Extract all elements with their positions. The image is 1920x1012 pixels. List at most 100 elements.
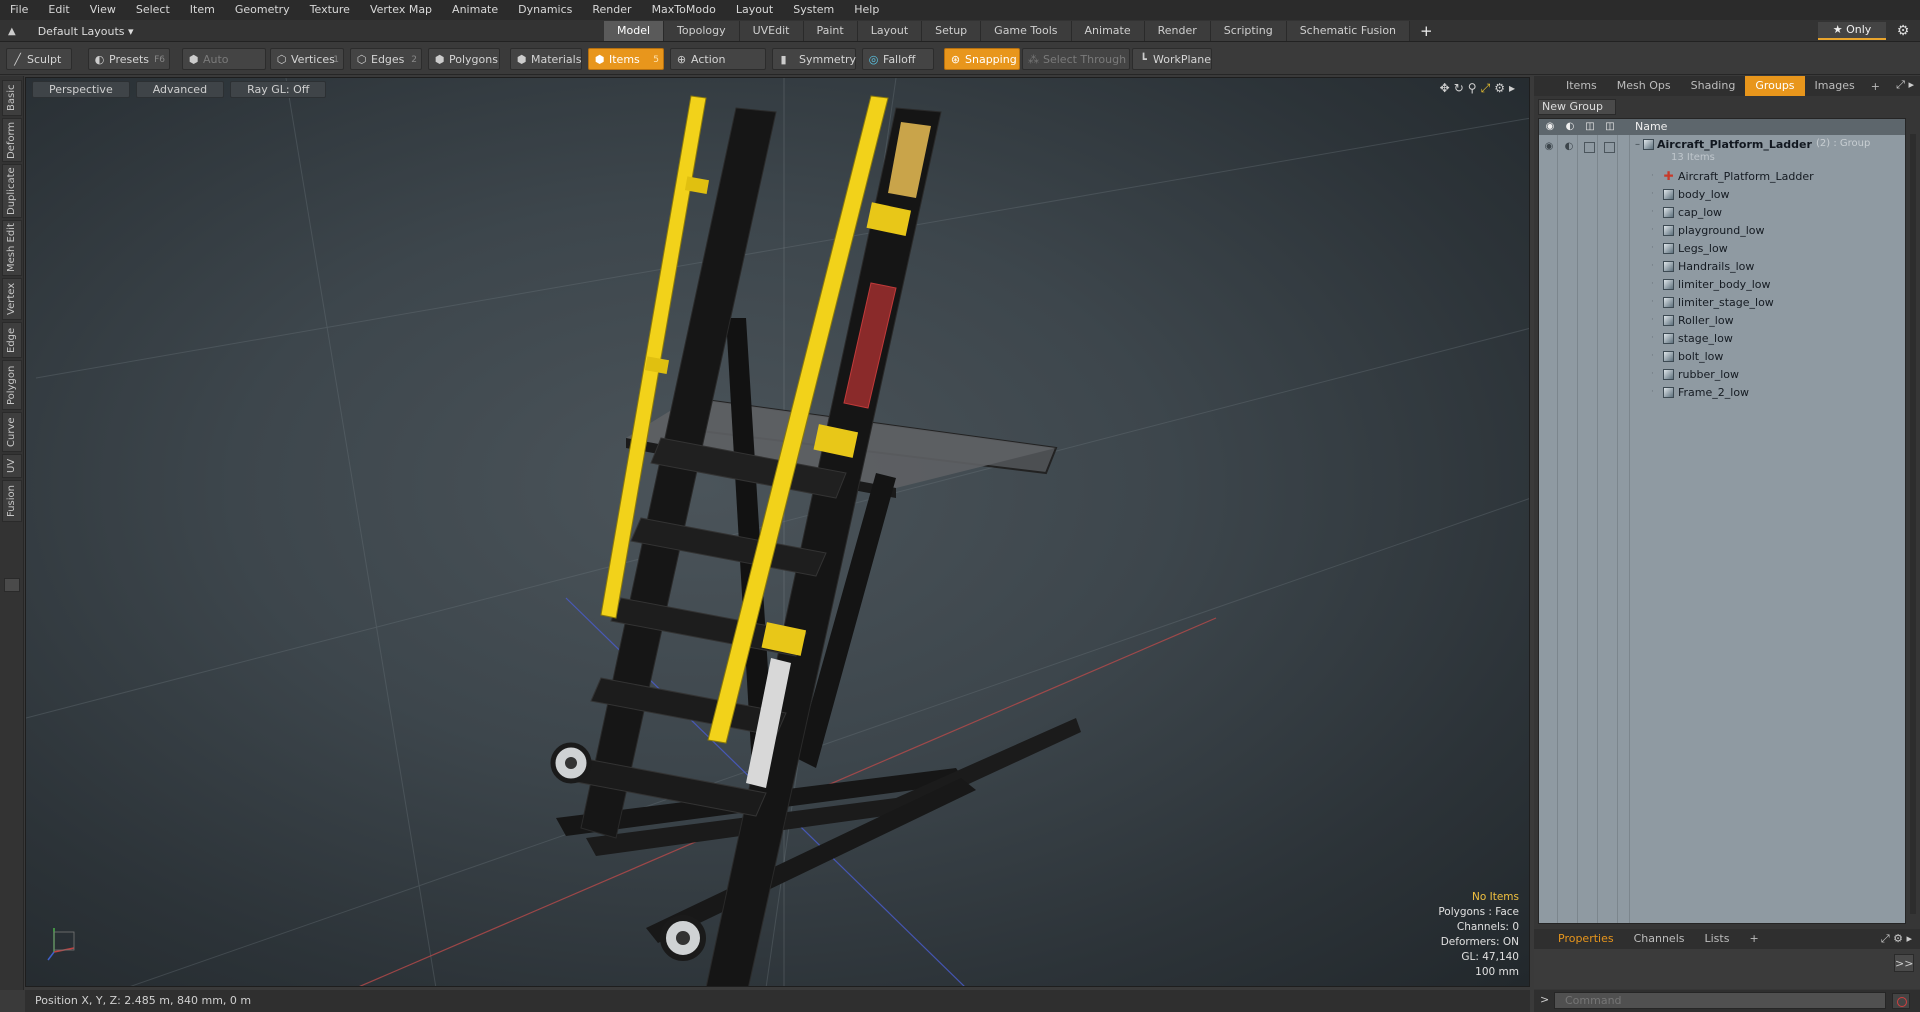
- group-row[interactable]: ◉ ◐ – Aircraft_Platform_Ladder (2) : Gro…: [1539, 137, 1905, 167]
- render-column-icon[interactable]: ◐: [1563, 120, 1577, 133]
- bottom-panel-expand-icon[interactable]: ⤢ ⚙ ▸: [1881, 932, 1920, 946]
- list-item[interactable]: · playground_low: [1651, 221, 1765, 239]
- add-tab-icon[interactable]: +: [1410, 21, 1443, 41]
- add-tab-icon[interactable]: +: [1865, 80, 1886, 93]
- tab-groups[interactable]: Groups: [1745, 76, 1805, 96]
- only-button[interactable]: ★ Only: [1818, 22, 1886, 40]
- menu-view[interactable]: View: [80, 0, 126, 20]
- gear-icon[interactable]: ⚙: [1893, 22, 1913, 40]
- action-center-button[interactable]: ⊕Action Center: [670, 48, 766, 88]
- menu-file[interactable]: File: [0, 0, 38, 20]
- name-column-header[interactable]: Name: [1635, 119, 1667, 135]
- menu-vertex-map[interactable]: Vertex Map: [360, 0, 442, 20]
- select-through-button[interactable]: ⁂ Select Through: [1022, 48, 1130, 70]
- tab-animate[interactable]: Animate: [1071, 21, 1145, 41]
- list-item[interactable]: · limiter_stage_low: [1651, 293, 1774, 311]
- tab-paint[interactable]: Paint: [803, 21, 858, 41]
- list-item[interactable]: · limiter_body_low: [1651, 275, 1770, 293]
- command-input[interactable]: [1554, 992, 1886, 1009]
- tab-scripting[interactable]: Scripting: [1210, 21, 1287, 41]
- groups-scrollbar[interactable]: [1910, 134, 1916, 914]
- workplane-button[interactable]: ┗ WorkPlane: [1132, 48, 1212, 70]
- tab-channels[interactable]: Channels: [1624, 929, 1695, 949]
- list-item[interactable]: · ✚ Aircraft_Platform_Ladder: [1651, 167, 1814, 185]
- record-macro-button[interactable]: [1892, 993, 1910, 1009]
- list-item[interactable]: · Handrails_low: [1651, 257, 1754, 275]
- list-item[interactable]: · rubber_low: [1651, 365, 1739, 383]
- tab-items[interactable]: Items: [1556, 76, 1607, 96]
- tab-polygon[interactable]: Polygon: [2, 360, 22, 410]
- menu-help[interactable]: Help: [844, 0, 889, 20]
- vertices-button[interactable]: ⬡ Vertices 1: [270, 48, 344, 70]
- materials-button[interactable]: ⬢ Materials: [510, 48, 582, 70]
- expand-panel-icon[interactable]: ⤢ ▸: [1896, 78, 1914, 92]
- layout-dropdown[interactable]: Default Layouts ▾: [38, 25, 134, 38]
- tab-game-tools[interactable]: Game Tools: [981, 21, 1072, 41]
- menu-geometry[interactable]: Geometry: [225, 0, 300, 20]
- group-visibility-icon[interactable]: ◉: [1543, 141, 1555, 153]
- fit-view-icon[interactable]: ⤢: [1481, 81, 1491, 96]
- collapse-icon[interactable]: ▲: [8, 26, 16, 37]
- list-item[interactable]: · cap_low: [1651, 203, 1722, 221]
- rotate-view-icon[interactable]: ↻: [1454, 81, 1464, 96]
- list-item[interactable]: · bolt_low: [1651, 347, 1723, 365]
- tab-render[interactable]: Render: [1144, 21, 1211, 41]
- snapping-button[interactable]: ⊛ Snapping: [944, 48, 1020, 70]
- lock-column-icon[interactable]: ◫: [1583, 120, 1597, 133]
- sculpt-button[interactable]: ╱ Sculpt: [6, 48, 72, 70]
- view-mode-button[interactable]: Perspective: [32, 81, 130, 98]
- list-item[interactable]: · Legs_low: [1651, 239, 1728, 257]
- group-lock-checkbox[interactable]: [1584, 142, 1595, 153]
- symmetry-button[interactable]: ▮ Symmetry: [772, 48, 856, 70]
- list-item[interactable]: · body_low: [1651, 185, 1730, 203]
- move-view-icon[interactable]: ✥: [1440, 81, 1450, 96]
- edges-button[interactable]: ⬡ Edges 2: [350, 48, 422, 70]
- select-column-icon[interactable]: ◫: [1603, 120, 1617, 133]
- menu-render[interactable]: Render: [582, 0, 641, 20]
- tab-mesh-ops[interactable]: Mesh Ops: [1607, 76, 1681, 96]
- toggle-panel-button[interactable]: [4, 578, 20, 592]
- menu-system[interactable]: System: [783, 0, 844, 20]
- 3d-viewport[interactable]: Perspective Advanced Ray GL: Off ✥ ↻ ⚲ ⤢…: [25, 77, 1530, 987]
- tab-curve[interactable]: Curve: [2, 412, 22, 452]
- tab-duplicate[interactable]: Duplicate: [2, 164, 22, 218]
- falloff-button[interactable]: ◎ Falloff: [862, 48, 934, 70]
- tab-images[interactable]: Images: [1805, 76, 1865, 96]
- viewport-gear-icon[interactable]: ⚙: [1494, 81, 1505, 96]
- menu-animate[interactable]: Animate: [442, 0, 508, 20]
- presets-button[interactable]: ◐ Presets F6: [88, 48, 170, 70]
- eye-column-icon[interactable]: ◉: [1543, 120, 1557, 133]
- collapse-tree-icon[interactable]: –: [1635, 139, 1640, 150]
- tab-basic[interactable]: Basic: [2, 80, 22, 116]
- polygons-button[interactable]: ⬢ Polygons: [428, 48, 500, 70]
- list-item[interactable]: · stage_low: [1651, 329, 1733, 347]
- expand-arrow-button[interactable]: >>: [1894, 954, 1914, 972]
- tab-mesh-edit[interactable]: Mesh Edit: [2, 220, 22, 276]
- tab-deform[interactable]: Deform: [2, 118, 22, 162]
- zoom-view-icon[interactable]: ⚲: [1468, 81, 1477, 96]
- list-item[interactable]: · Roller_low: [1651, 311, 1734, 329]
- menu-layout[interactable]: Layout: [726, 0, 783, 20]
- tab-vertex[interactable]: Vertex: [2, 278, 22, 320]
- shading-mode-button[interactable]: Advanced: [135, 81, 225, 98]
- tab-topology[interactable]: Topology: [664, 21, 740, 41]
- tab-properties[interactable]: Properties: [1548, 929, 1624, 949]
- menu-texture[interactable]: Texture: [300, 0, 360, 20]
- items-button[interactable]: ⬢ Items 5: [588, 48, 664, 70]
- group-render-icon[interactable]: ◐: [1563, 141, 1575, 153]
- layout-selector[interactable]: ▲ Default Layouts ▾: [8, 22, 134, 40]
- raygl-button[interactable]: Ray GL: Off: [230, 81, 327, 98]
- tab-fusion[interactable]: Fusion: [2, 480, 22, 522]
- menu-dynamics[interactable]: Dynamics: [508, 0, 582, 20]
- menu-edit[interactable]: Edit: [38, 0, 79, 20]
- tab-uvedit[interactable]: UVEdit: [739, 21, 804, 41]
- menu-maxtomodo[interactable]: MaxToModo: [642, 0, 726, 20]
- tab-shading[interactable]: Shading: [1681, 76, 1746, 96]
- tab-setup[interactable]: Setup: [922, 21, 982, 41]
- menu-item[interactable]: Item: [180, 0, 225, 20]
- auto-select-button[interactable]: ⬢Auto Select: [182, 48, 266, 88]
- add-tab-icon[interactable]: +: [1739, 929, 1768, 949]
- tab-layout[interactable]: Layout: [857, 21, 923, 41]
- tab-uv[interactable]: UV: [2, 454, 22, 478]
- new-group-button[interactable]: New Group: [1538, 99, 1616, 115]
